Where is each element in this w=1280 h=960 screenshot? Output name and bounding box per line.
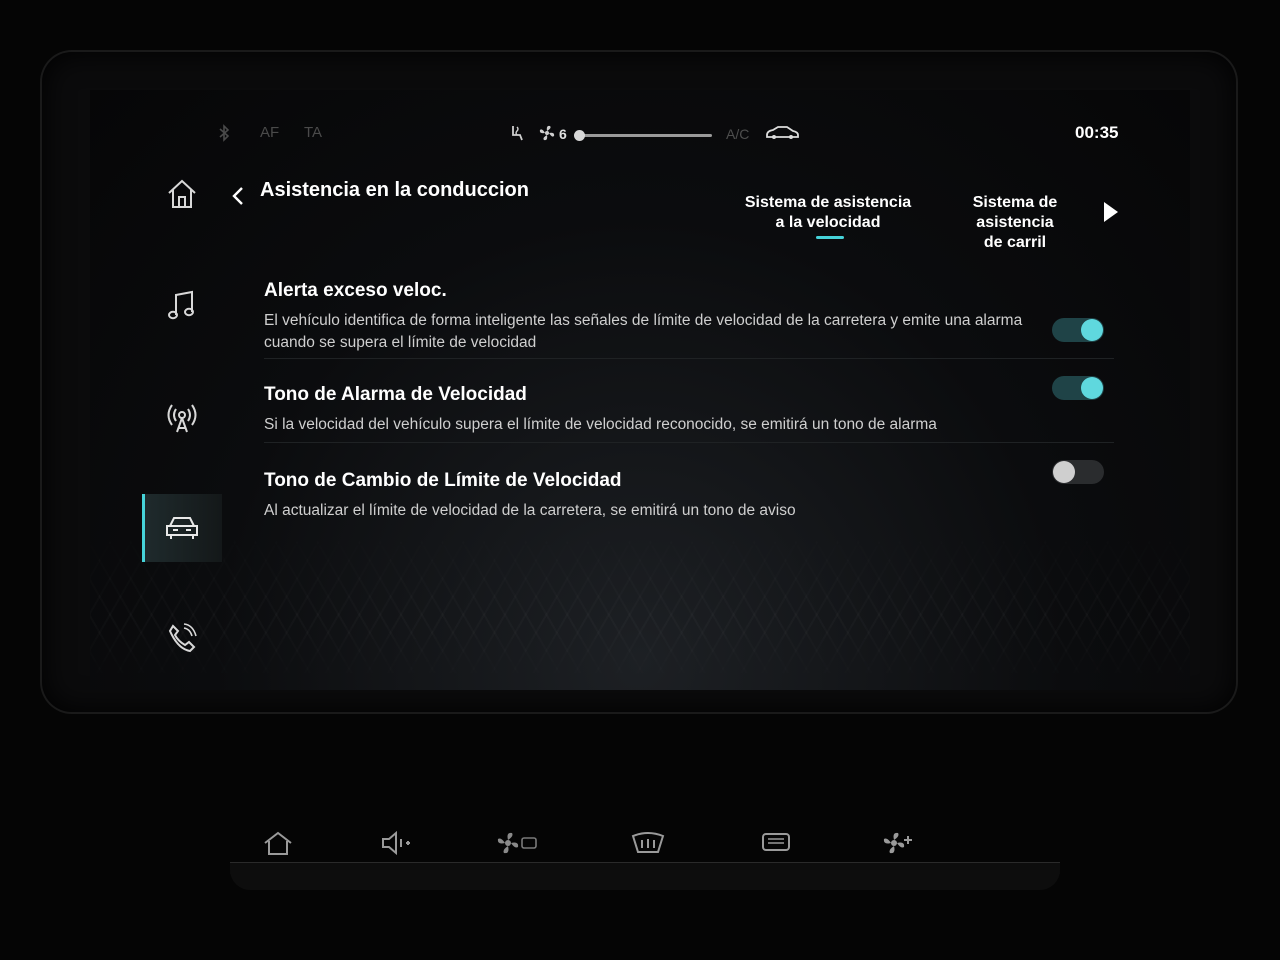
setting-title: Alerta exceso veloc. (264, 280, 447, 301)
toggle-knob (1053, 461, 1075, 483)
hw-volume-button[interactable] (380, 830, 412, 856)
bluetooth-icon (218, 124, 230, 142)
setting-row-speed-alert: Alerta exceso veloc. El vehículo identif… (264, 280, 1114, 354)
nav-driving-assist[interactable] (142, 494, 222, 562)
infotainment-screen: AF TA 6 A/C 00:35 Asistencia en la condu… (90, 90, 1190, 690)
tab-label-line2: de carril (983, 234, 1047, 251)
radio-antenna-icon (165, 401, 199, 435)
toggle-knob (1081, 377, 1103, 399)
phone-icon (166, 622, 198, 654)
af-indicator: AF (260, 124, 280, 141)
nav-phone[interactable] (142, 604, 222, 672)
hw-rear-defrost-button[interactable] (760, 830, 792, 856)
nav-home[interactable] (142, 160, 222, 228)
active-tab-indicator (816, 236, 844, 239)
setting-title: Tono de Cambio de Límite de Velocidad (264, 470, 622, 491)
side-nav (142, 160, 222, 680)
nav-music[interactable] (142, 272, 222, 340)
nav-radio[interactable] (142, 384, 222, 452)
tab-label-line1: Sistema de asistencia (744, 194, 912, 211)
hw-front-defrost-button[interactable] (630, 830, 666, 856)
fan-level: 6 (559, 126, 567, 142)
hardware-button-strip (230, 800, 1060, 890)
car-assist-icon (164, 513, 200, 543)
ac-indicator[interactable]: A/C (726, 126, 749, 142)
home-icon (165, 177, 199, 211)
tab-lane-assist[interactable]: Sistema de asistencia de carril (932, 193, 1098, 253)
setting-description: El vehículo identifica de forma intelige… (264, 312, 1023, 351)
music-note-icon (167, 289, 197, 323)
tab-label-line1: Sistema de asistencia (972, 194, 1058, 231)
setting-row-speed-limit-change-tone: Tono de Cambio de Límite de Velocidad Al… (264, 470, 1114, 522)
back-button[interactable] (230, 184, 250, 208)
tab-label-line2: a la velocidad (775, 214, 881, 231)
setting-description: Al actualizar el límite de velocidad de … (264, 502, 796, 519)
fan-speed-slider[interactable] (574, 130, 712, 141)
seat-heating-icon[interactable] (508, 124, 526, 142)
hardware-button-bar (230, 862, 1060, 890)
hw-fan-up-button[interactable] (880, 830, 920, 856)
divider (264, 442, 1114, 443)
status-bar: AF TA 6 A/C 00:35 (90, 123, 1190, 148)
chevron-left-icon (230, 184, 250, 208)
ta-indicator: TA (304, 124, 323, 141)
hw-home-button[interactable] (262, 830, 294, 856)
page-title: Asistencia en la conduccion (260, 179, 529, 201)
setting-description: Si la velocidad del vehículo supera el l… (264, 416, 937, 433)
speed-limit-change-tone-toggle[interactable] (1052, 460, 1104, 484)
speed-alert-toggle[interactable] (1052, 318, 1104, 342)
setting-row-speed-alarm-tone: Tono de Alarma de Velocidad Si la veloci… (264, 384, 1114, 436)
setting-title: Tono de Alarma de Velocidad (264, 384, 527, 405)
clock: 00:35 (1075, 123, 1119, 142)
hw-fan-button[interactable] (496, 830, 540, 856)
divider (264, 358, 1114, 359)
fan-icon[interactable] (538, 124, 556, 142)
speed-alarm-tone-toggle[interactable] (1052, 376, 1104, 400)
tab-scroll-right-icon[interactable] (1104, 202, 1118, 222)
fan-speed-slider-knob[interactable] (574, 130, 585, 141)
toggle-knob (1081, 319, 1103, 341)
tab-speed-assist[interactable]: Sistema de asistencia a la velocidad (740, 193, 916, 233)
recirculation-car-icon[interactable] (764, 123, 800, 141)
background-floor-pattern (90, 520, 1190, 690)
